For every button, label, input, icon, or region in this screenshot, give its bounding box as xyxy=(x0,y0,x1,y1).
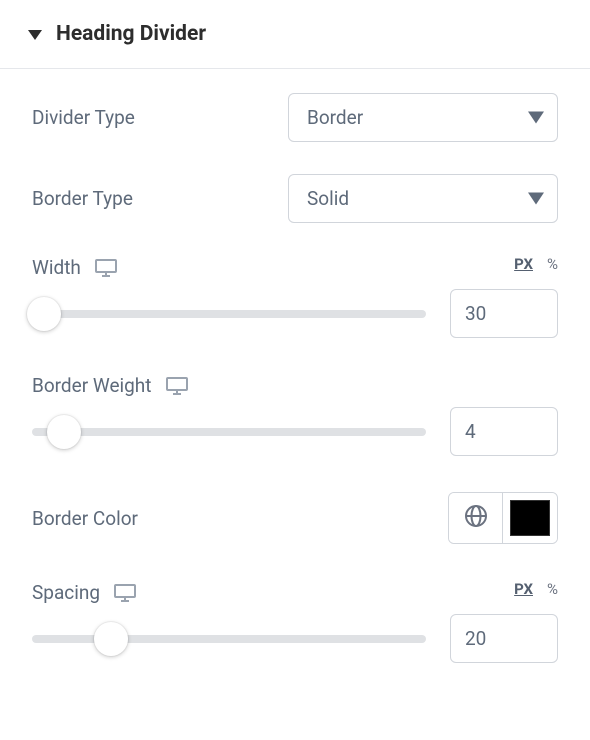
border-weight-header: Border Weight xyxy=(32,374,558,397)
desktop-icon[interactable] xyxy=(95,258,117,278)
border-weight-input[interactable] xyxy=(450,407,558,456)
spacing-header: Spacing PX % xyxy=(32,580,558,604)
width-slider-thumb[interactable] xyxy=(27,297,61,331)
color-swatch xyxy=(510,500,550,536)
width-label: Width xyxy=(32,256,81,279)
spacing-unit-px[interactable]: PX xyxy=(514,580,533,598)
section-title: Heading Divider xyxy=(56,22,206,46)
border-color-label: Border Color xyxy=(32,507,138,530)
divider-type-row: Divider Type Border xyxy=(32,93,558,142)
width-control xyxy=(32,289,558,338)
border-color-row: Border Color xyxy=(32,492,558,544)
global-color-button[interactable] xyxy=(449,493,503,543)
desktop-icon[interactable] xyxy=(166,376,188,396)
spacing-input[interactable] xyxy=(450,614,558,663)
width-unit-px[interactable]: PX xyxy=(514,255,533,273)
spacing-control xyxy=(32,614,558,663)
desktop-icon[interactable] xyxy=(114,583,136,603)
collapse-caret-icon xyxy=(28,25,42,44)
width-unit-group: PX % xyxy=(514,255,558,279)
width-unit-percent[interactable]: % xyxy=(547,255,558,273)
divider-type-label: Divider Type xyxy=(32,106,135,129)
spacing-unit-percent[interactable]: % xyxy=(547,580,558,598)
spacing-unit-group: PX % xyxy=(514,580,558,604)
border-type-row: Border Type Solid xyxy=(32,174,558,223)
border-weight-label: Border Weight xyxy=(32,374,152,397)
border-type-label: Border Type xyxy=(32,187,133,210)
spacing-label: Spacing xyxy=(32,581,100,604)
width-slider[interactable] xyxy=(32,296,426,332)
width-header: Width PX % xyxy=(32,255,558,279)
divider-type-select[interactable]: Border xyxy=(288,93,558,142)
color-picker-button[interactable] xyxy=(503,493,557,543)
border-weight-control xyxy=(32,407,558,456)
panel-body: Divider Type Border Border Type Solid Wi… xyxy=(0,69,590,723)
border-weight-slider[interactable] xyxy=(32,414,426,450)
border-color-control xyxy=(448,492,558,544)
section-header[interactable]: Heading Divider xyxy=(0,0,590,69)
spacing-slider-thumb[interactable] xyxy=(94,622,128,656)
spacing-slider[interactable] xyxy=(32,621,426,657)
globe-icon xyxy=(464,504,488,532)
border-type-select[interactable]: Solid xyxy=(288,174,558,223)
border-weight-slider-thumb[interactable] xyxy=(47,415,81,449)
width-input[interactable] xyxy=(450,289,558,338)
